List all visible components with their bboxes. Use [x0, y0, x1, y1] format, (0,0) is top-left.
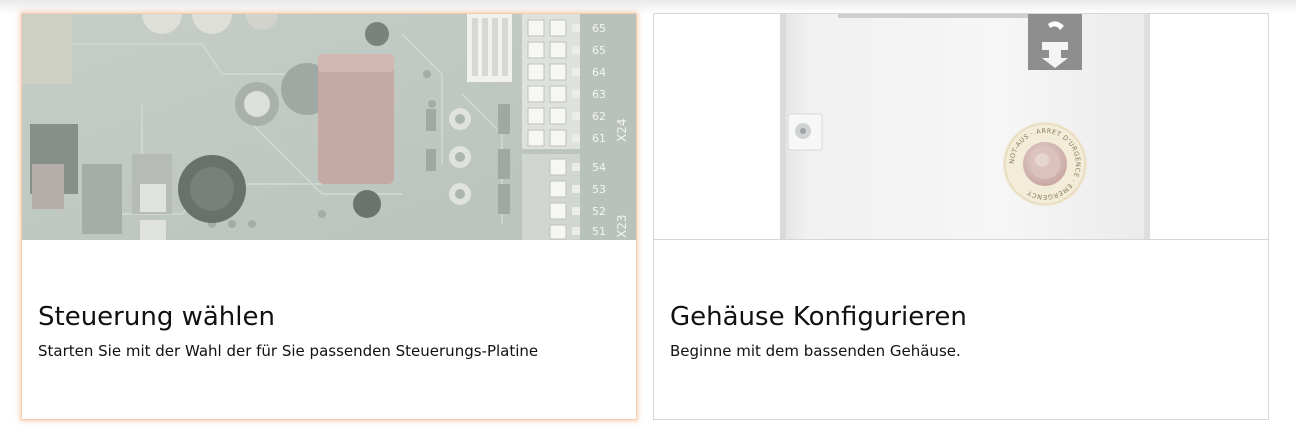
- card-image-enclosure: NOT-AUS · ARRET D'URGENCE · EMERGENCY: [654, 14, 1268, 240]
- card-description: Starten Sie mit der Wahl der für Sie pas…: [38, 342, 539, 360]
- page-top-shadow: [0, 0, 1296, 14]
- card-title: Steuerung wählen: [38, 302, 275, 332]
- card-title: Gehäuse Konfigurieren: [670, 302, 967, 332]
- card-steuerung-waehlen[interactable]: 65 65 64 63 62 61 54 53 52 51 X24 X23 St…: [21, 13, 637, 420]
- card-description: Beginne mit dem bassenden Gehäuse.: [670, 342, 961, 360]
- card-image-controller-board: 65 65 64 63 62 61 54 53 52 51 X24 X23: [22, 14, 636, 240]
- card-gehaeuse-konfigurieren[interactable]: NOT-AUS · ARRET D'URGENCE · EMERGENCY Ge…: [653, 13, 1269, 420]
